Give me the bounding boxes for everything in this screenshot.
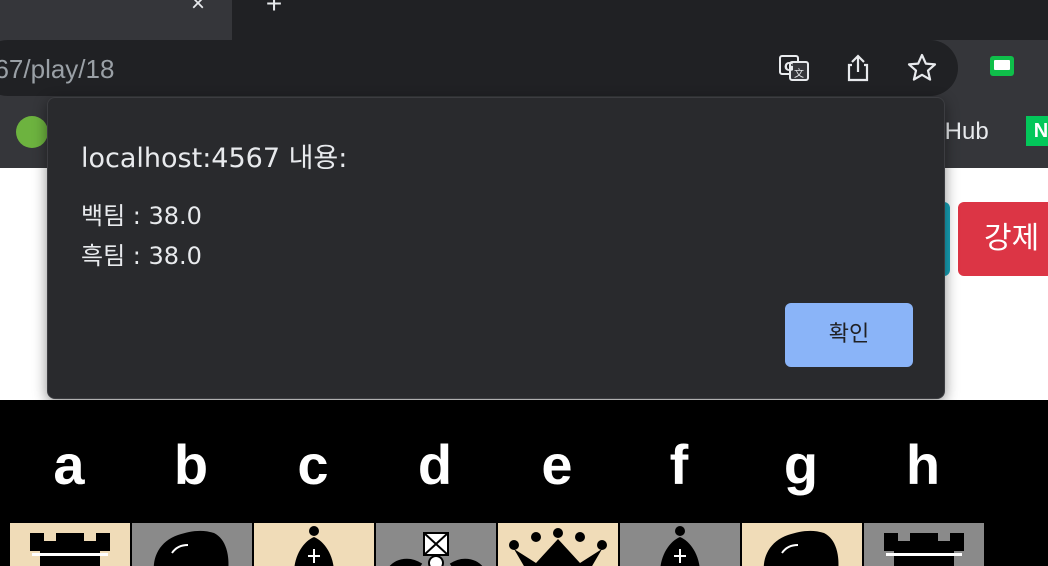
board-square[interactable]: [864, 523, 984, 566]
alert-dialog: localhost:4567 내용: 백팀 : 38.0 흑팀 : 38.0 확…: [47, 97, 945, 399]
board-square[interactable]: [620, 523, 740, 566]
file-label-f: f: [669, 433, 689, 496]
star-icon[interactable]: [906, 52, 938, 84]
black-team-score: 흑팀 : 38.0: [81, 242, 202, 270]
new-tab-icon[interactable]: +: [262, 0, 286, 18]
url-text[interactable]: 567/play/18: [0, 54, 114, 85]
black-king-icon[interactable]: [376, 523, 496, 566]
board-square[interactable]: [376, 523, 496, 566]
board-square[interactable]: [742, 523, 862, 566]
tab-strip: × +: [0, 0, 1048, 40]
file-label-e: e: [541, 433, 573, 496]
board-square[interactable]: [132, 523, 252, 566]
board-square[interactable]: [498, 523, 618, 566]
board-square[interactable]: [10, 523, 130, 566]
force-end-button[interactable]: 강제: [958, 202, 1048, 276]
browser-toolbar: 567/play/18 G 文: [0, 40, 1048, 98]
file-label-b: b: [173, 433, 209, 496]
board-rank-8: [10, 523, 986, 566]
black-bishop-icon[interactable]: [254, 523, 374, 566]
white-team-score: 백팀 : 38.0: [81, 202, 202, 230]
svg-text:文: 文: [794, 67, 804, 80]
bookmark-github[interactable]: :Hub: [938, 118, 989, 146]
file-labels: a b c d e f g h: [0, 430, 1048, 500]
naver-bookmark-icon[interactable]: N: [1026, 116, 1048, 146]
dialog-title: localhost:4567 내용:: [81, 143, 348, 174]
dialog-message: 백팀 : 38.0 흑팀 : 38.0: [81, 196, 202, 276]
file-label-a: a: [53, 433, 85, 496]
svg-text:G: G: [784, 60, 794, 74]
black-bishop-icon[interactable]: [620, 523, 740, 566]
translate-icon[interactable]: G 文: [778, 52, 810, 84]
file-label-d: d: [417, 433, 453, 496]
black-knight-icon[interactable]: [742, 523, 862, 566]
tab-close-icon[interactable]: ×: [184, 0, 212, 16]
black-knight-icon[interactable]: [132, 523, 252, 566]
address-bar[interactable]: 567/play/18: [0, 40, 958, 96]
active-tab[interactable]: ×: [0, 0, 232, 40]
file-label-g: g: [783, 433, 819, 496]
ok-button[interactable]: 확인: [785, 303, 913, 367]
black-rook-icon[interactable]: [10, 523, 130, 566]
file-label-c: c: [297, 433, 329, 496]
extension-icon[interactable]: [990, 56, 1014, 76]
file-label-h: h: [905, 433, 941, 496]
share-icon[interactable]: [842, 52, 874, 84]
board-square[interactable]: [254, 523, 374, 566]
spring-leaf-icon[interactable]: [16, 116, 48, 148]
black-queen-icon[interactable]: [498, 523, 618, 566]
black-rook-icon[interactable]: [864, 523, 984, 566]
